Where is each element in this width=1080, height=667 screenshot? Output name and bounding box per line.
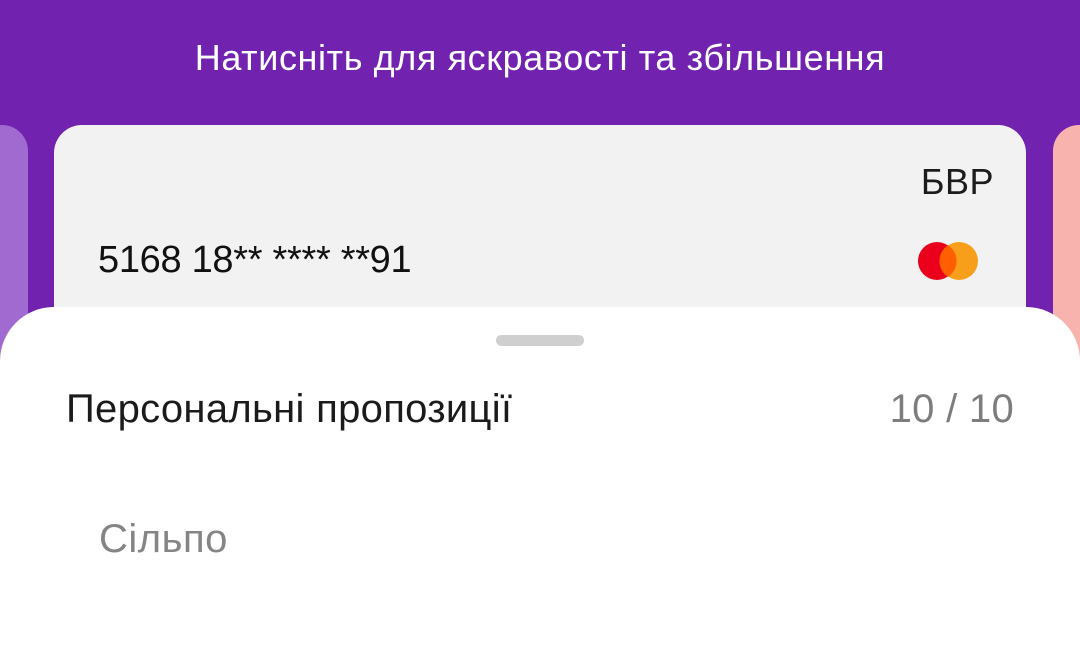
card-bank-name: БВР bbox=[920, 161, 994, 202]
offers-counter: 10 / 10 bbox=[889, 387, 1014, 431]
mastercard-icon bbox=[918, 242, 978, 280]
tap-to-brighten-hint[interactable]: Натисніть для яскравості та збільшення bbox=[0, 34, 1080, 82]
sheet-drag-handle[interactable] bbox=[496, 335, 584, 346]
card-number: 5168 18** **** **91 bbox=[98, 239, 412, 281]
offers-bottom-sheet: Персональні пропозиції 10 / 10 Сільпо bbox=[0, 307, 1080, 667]
list-item[interactable]: Сільпо bbox=[99, 517, 228, 562]
sheet-title: Персональні пропозиції bbox=[66, 387, 513, 431]
